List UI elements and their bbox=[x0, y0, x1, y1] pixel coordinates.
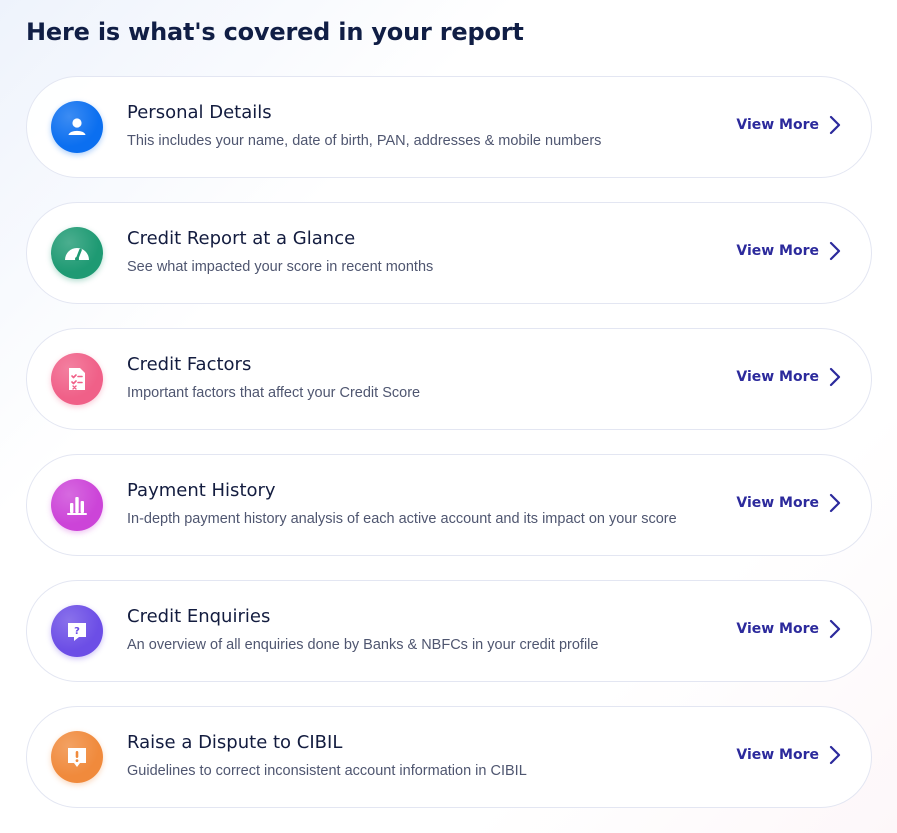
view-more-link[interactable]: View More bbox=[736, 493, 841, 513]
card-description: Important factors that affect your Credi… bbox=[127, 385, 421, 401]
view-more-label: View More bbox=[736, 117, 819, 133]
checklist-document-icon bbox=[69, 368, 85, 390]
credit-report-icon-badge bbox=[51, 227, 103, 279]
view-more-label: View More bbox=[736, 747, 819, 763]
view-more-link[interactable]: View More bbox=[736, 241, 841, 261]
view-more-link[interactable]: View More bbox=[736, 619, 841, 639]
view-more-link[interactable]: View More bbox=[736, 745, 841, 765]
credit-enquiries-icon-badge: ? bbox=[51, 605, 103, 657]
section-card-credit-factors[interactable]: Credit Factors Important factors that af… bbox=[26, 328, 872, 430]
section-card-raise-a-dispute[interactable]: Raise a Dispute to CIBIL Guidelines to c… bbox=[26, 706, 872, 808]
view-more-label: View More bbox=[736, 243, 819, 259]
view-more-label: View More bbox=[736, 621, 819, 637]
page-title: Here is what's covered in your report bbox=[26, 18, 524, 46]
bar-chart-icon bbox=[67, 497, 87, 515]
chevron-right-icon bbox=[829, 241, 841, 261]
svg-text:?: ? bbox=[74, 626, 80, 637]
card-title: Credit Enquiries bbox=[127, 606, 271, 627]
card-description: An overview of all enquiries done by Ban… bbox=[127, 637, 599, 653]
view-more-link[interactable]: View More bbox=[736, 367, 841, 387]
chevron-right-icon bbox=[829, 367, 841, 387]
personal-details-icon-badge bbox=[51, 101, 103, 153]
view-more-label: View More bbox=[736, 495, 819, 511]
section-card-credit-report-at-a-glance[interactable]: Credit Report at a Glance See what impac… bbox=[26, 202, 872, 304]
view-more-link[interactable]: View More bbox=[736, 115, 841, 135]
view-more-label: View More bbox=[736, 369, 819, 385]
speedometer-icon bbox=[65, 248, 89, 261]
card-title: Raise a Dispute to CIBIL bbox=[127, 732, 343, 753]
card-title: Credit Factors bbox=[127, 354, 252, 375]
card-description: Guidelines to correct inconsistent accou… bbox=[127, 763, 527, 779]
section-card-personal-details[interactable]: Personal Details This includes your name… bbox=[26, 76, 872, 178]
card-description: This includes your name, date of birth, … bbox=[127, 133, 602, 149]
section-card-payment-history[interactable]: Payment History In-depth payment history… bbox=[26, 454, 872, 556]
section-card-credit-enquiries[interactable]: ? Credit Enquiries An overview of all en… bbox=[26, 580, 872, 682]
card-description: In-depth payment history analysis of eac… bbox=[127, 511, 677, 527]
chevron-right-icon bbox=[829, 493, 841, 513]
card-description: See what impacted your score in recent m… bbox=[127, 259, 434, 275]
credit-factors-icon-badge bbox=[51, 353, 103, 405]
card-title: Credit Report at a Glance bbox=[127, 228, 356, 249]
raise-dispute-icon-badge bbox=[51, 731, 103, 783]
payment-history-icon-badge bbox=[51, 479, 103, 531]
card-title: Payment History bbox=[127, 480, 276, 501]
card-title: Personal Details bbox=[127, 102, 272, 123]
question-bubble-icon: ? bbox=[68, 623, 86, 641]
chevron-right-icon bbox=[829, 745, 841, 765]
user-icon bbox=[68, 118, 86, 135]
chevron-right-icon bbox=[829, 619, 841, 639]
chevron-right-icon bbox=[829, 115, 841, 135]
alert-bubble-icon bbox=[68, 748, 86, 767]
report-sections-list: Personal Details This includes your name… bbox=[26, 76, 872, 832]
